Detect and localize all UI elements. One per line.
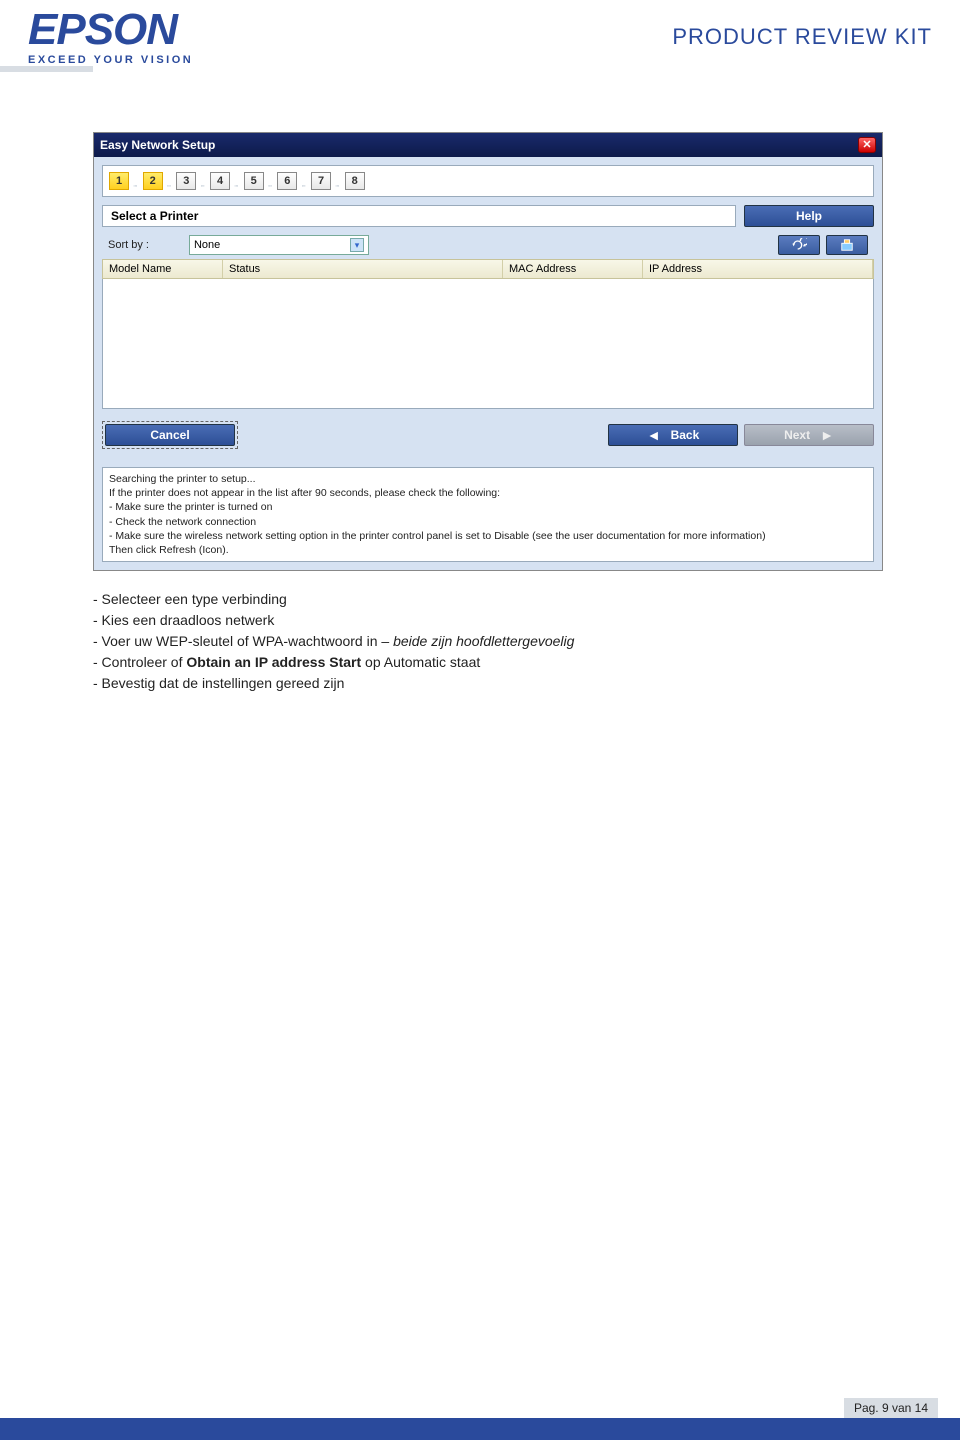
arrow-right-icon: ► [820, 428, 834, 442]
gray-bar [0, 66, 93, 72]
step-dots: ∙∙∙ [200, 181, 204, 190]
kit-title: PRODUCT REVIEW KIT [672, 24, 932, 50]
col-status[interactable]: Status [223, 260, 503, 278]
table-header: Model Name Status MAC Address IP Address [102, 259, 874, 279]
step-3[interactable]: 3 [176, 172, 196, 190]
instr-line: - Kies een draadloos netwerk [93, 610, 910, 631]
instr-line: - Controleer of Obtain an IP address Sta… [93, 652, 910, 673]
step-8[interactable]: 8 [345, 172, 365, 190]
info-line: - Make sure the printer is turned on [109, 500, 867, 514]
close-icon[interactable]: ✕ [858, 137, 876, 153]
nav-row: Cancel ◄ Back Next ► [102, 421, 874, 449]
page-number: Pag. 9 van 14 [844, 1398, 938, 1418]
step-1[interactable]: 1 [109, 172, 129, 190]
step-dots: ∙∙∙ [167, 181, 171, 190]
instr-line: - Bevestig dat de instellingen gereed zi… [93, 673, 910, 694]
sort-row: Sort by : None ▾ [102, 231, 874, 259]
step-dots: ∙∙∙ [133, 181, 137, 190]
col-model[interactable]: Model Name [103, 260, 223, 278]
sort-value: None [194, 239, 220, 251]
next-button[interactable]: Next ► [744, 424, 874, 446]
info-box: Searching the printer to setup... If the… [102, 467, 874, 562]
step-5[interactable]: 5 [244, 172, 264, 190]
tagline: EXCEED YOUR VISION [28, 54, 193, 66]
step-6[interactable]: 6 [277, 172, 297, 190]
step-dots: ∙∙∙ [301, 181, 305, 190]
help-button[interactable]: Help [744, 205, 874, 227]
cancel-label: Cancel [150, 428, 189, 442]
info-line: If the printer does not appear in the li… [109, 486, 867, 500]
step-dots: ∙∙∙ [234, 181, 238, 190]
step-7[interactable]: 7 [311, 172, 331, 190]
refresh-icon[interactable] [778, 235, 820, 255]
col-ip[interactable]: IP Address [643, 260, 873, 278]
sort-select[interactable]: None ▾ [189, 235, 369, 255]
info-line: - Check the network connection [109, 515, 867, 529]
step-dots: ∙∙∙ [268, 181, 272, 190]
next-label: Next [784, 428, 810, 442]
titlebar: Easy Network Setup ✕ [94, 133, 882, 157]
sort-label: Sort by : [108, 239, 149, 251]
epson-logo: EPSON [28, 8, 177, 52]
arrow-left-icon: ◄ [647, 428, 661, 442]
footer-bar [0, 1418, 960, 1440]
back-button[interactable]: ◄ Back [608, 424, 738, 446]
dialog-title: Easy Network Setup [100, 138, 215, 152]
table-body [102, 279, 874, 409]
info-line: Then click Refresh (Icon). [109, 543, 867, 557]
settings-icon[interactable] [826, 235, 868, 255]
page-header: EPSON ® EXCEED YOUR VISION PRODUCT REVIE… [0, 0, 960, 66]
cancel-button[interactable]: Cancel [105, 424, 235, 446]
step-2[interactable]: 2 [143, 172, 163, 190]
section-row: Select a Printer Help [102, 205, 874, 227]
col-mac[interactable]: MAC Address [503, 260, 643, 278]
back-label: Back [671, 428, 700, 442]
instr-line: - Selecteer een type verbinding [93, 589, 910, 610]
dialog-screenshot: Easy Network Setup ✕ 1 ∙∙∙ 2 ∙∙∙ 3 ∙∙∙ 4 ∙∙∙… [93, 132, 883, 571]
chevron-down-icon: ▾ [350, 238, 364, 252]
instr-line: - Voer uw WEP-sleutel of WPA-wachtwoord … [93, 631, 910, 652]
wizard-body: 1 ∙∙∙ 2 ∙∙∙ 3 ∙∙∙ 4 ∙∙∙ 5 ∙∙∙ 6 ∙∙∙ 7 ∙∙∙ 8 Sel… [94, 157, 882, 457]
cancel-wrap: Cancel [102, 421, 238, 449]
step-dots: ∙∙∙ [335, 181, 339, 190]
logo-block: EPSON ® EXCEED YOUR VISION [28, 8, 193, 66]
section-label: Select a Printer [102, 205, 736, 227]
steps-row: 1 ∙∙∙ 2 ∙∙∙ 3 ∙∙∙ 4 ∙∙∙ 5 ∙∙∙ 6 ∙∙∙ 7 ∙∙∙ 8 [102, 165, 874, 197]
instructions: - Selecteer een type verbinding - Kies e… [93, 589, 910, 694]
info-line: - Make sure the wireless network setting… [109, 529, 867, 543]
step-4[interactable]: 4 [210, 172, 230, 190]
info-line: Searching the printer to setup... [109, 472, 867, 486]
